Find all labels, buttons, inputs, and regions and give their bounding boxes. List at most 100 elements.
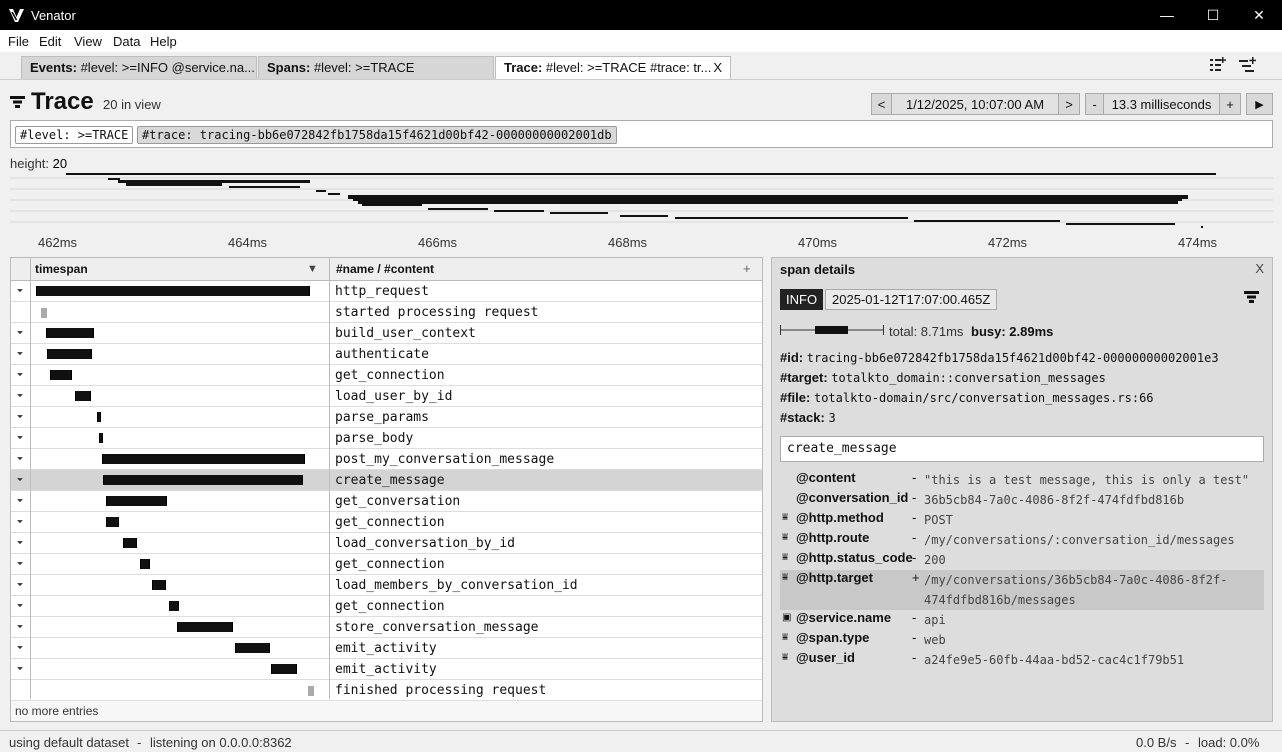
table-row[interactable]: ▼ post_my_conversation_message xyxy=(11,449,762,470)
close-button[interactable]: ✕ xyxy=(1236,0,1282,30)
expand-chevron-icon[interactable]: ▼ xyxy=(15,582,25,588)
maximize-button[interactable]: ☐ xyxy=(1190,0,1236,30)
span-bar[interactable] xyxy=(102,475,303,485)
expand-chevron-icon[interactable]: ▼ xyxy=(15,498,25,504)
add-column-button[interactable]: + xyxy=(743,261,751,276)
attribute-separator[interactable]: - xyxy=(912,530,916,545)
span-name-field[interactable]: create_message xyxy=(780,436,1264,462)
attribute-separator[interactable]: - xyxy=(912,470,916,485)
add-trace-tab-icon[interactable] xyxy=(1238,56,1256,74)
attribute-separator[interactable]: - xyxy=(912,490,916,505)
table-row[interactable]: ▼ parse_body xyxy=(11,428,762,449)
event-marker[interactable] xyxy=(40,308,47,318)
span-bar[interactable] xyxy=(152,580,166,590)
minimize-button[interactable]: — xyxy=(1144,0,1190,30)
expand-chevron-icon[interactable]: ▼ xyxy=(15,645,25,651)
attribute-separator[interactable]: - xyxy=(912,510,916,525)
menu-help[interactable]: Help xyxy=(150,34,177,49)
span-bar[interactable] xyxy=(234,643,270,653)
attribute-row[interactable]: ⩸ @http.route -/my/conversations/:conversa… xyxy=(780,530,1264,550)
attribute-row[interactable]: ⩸ @http.method - POST xyxy=(780,510,1264,530)
duration-field[interactable]: 13.3 milliseconds xyxy=(1103,93,1220,115)
attribute-row[interactable]: ▣ @service.name - api xyxy=(780,610,1264,630)
attribute-row[interactable]: @conversation_id -36b5cb84-7a0c-4086-8f2f… xyxy=(780,490,1264,510)
attribute-row[interactable]: @content - "this is a test message, this i… xyxy=(780,470,1264,490)
expand-chevron-icon[interactable]: ▼ xyxy=(15,288,25,294)
attribute-separator[interactable]: + xyxy=(912,570,920,585)
span-bar[interactable] xyxy=(168,601,180,611)
column-divider[interactable] xyxy=(329,258,330,699)
expand-chevron-icon[interactable]: ▼ xyxy=(15,435,25,441)
table-row[interactable]: started processing request xyxy=(11,302,762,323)
content-column-header[interactable]: #name / #content xyxy=(336,262,434,276)
filter-input[interactable]: #level: >=TRACE #trace: tracing-bb6e0728… xyxy=(10,120,1273,148)
table-row[interactable]: ▼ build_user_context xyxy=(11,323,762,344)
tab-close-icon[interactable]: X xyxy=(713,60,722,75)
menu-data[interactable]: Data xyxy=(113,34,140,49)
expand-chevron-icon[interactable]: ▼ xyxy=(15,666,25,672)
expand-chevron-icon[interactable]: ▼ xyxy=(15,561,25,567)
table-row[interactable]: ▼ load_conversation_by_id xyxy=(11,533,762,554)
attribute-row[interactable]: ⩸ @http.status_code -200 xyxy=(780,550,1264,570)
attribute-row[interactable]: ⩸ @user_id - a24fe9e5-60fb-44aa-bd52-cac4c1… xyxy=(780,650,1264,670)
table-row[interactable]: ▼ authenticate xyxy=(11,344,762,365)
span-bar[interactable] xyxy=(47,349,93,359)
span-bar[interactable] xyxy=(105,496,167,506)
zoom-in-button[interactable]: + xyxy=(1219,93,1241,115)
table-row[interactable]: ▼ create_message xyxy=(11,470,762,491)
span-bar[interactable] xyxy=(105,517,120,527)
expand-chevron-icon[interactable]: ▼ xyxy=(15,624,25,630)
table-row[interactable]: ▼ get_connection xyxy=(11,554,762,575)
table-row[interactable]: ▼ get_connection xyxy=(11,365,762,386)
zoom-out-button[interactable]: - xyxy=(1085,93,1104,115)
span-bar[interactable] xyxy=(270,664,297,674)
table-row[interactable]: ▼ load_members_by_conversation_id xyxy=(11,575,762,596)
attribute-separator[interactable]: - xyxy=(912,630,916,645)
timespan-column-header[interactable]: timespan xyxy=(35,262,88,276)
span-bar[interactable] xyxy=(74,391,92,401)
menu-view[interactable]: View xyxy=(74,34,102,49)
span-bar[interactable] xyxy=(176,622,233,632)
attribute-row[interactable]: ⩸ @http.target + /my/conversations/36b5cb84… xyxy=(780,570,1264,610)
play-button[interactable]: ▶ xyxy=(1246,93,1273,115)
span-bar[interactable] xyxy=(50,370,72,380)
span-bar[interactable] xyxy=(101,454,305,464)
menu-edit[interactable]: Edit xyxy=(39,34,61,49)
add-tab-icon[interactable] xyxy=(1208,56,1226,74)
timestamp-badge[interactable]: 2025-01-12T17:07:00.465Z xyxy=(825,289,998,310)
expand-chevron-icon[interactable]: ▼ xyxy=(15,477,25,483)
table-row[interactable]: ▼ parse_params xyxy=(11,407,762,428)
table-row[interactable]: ▼ get_conversation xyxy=(11,491,762,512)
expand-chevron-icon[interactable]: ▼ xyxy=(15,393,25,399)
timeline-overview[interactable] xyxy=(10,170,1273,232)
expand-chevron-icon[interactable]: ▼ xyxy=(15,414,25,420)
attribute-separator[interactable]: - xyxy=(912,550,916,565)
tab-spans[interactable]: Spans: #level: >=TRACE xyxy=(258,56,494,79)
table-row[interactable]: ▼ load_user_by_id xyxy=(11,386,762,407)
attribute-separator[interactable]: - xyxy=(912,650,916,665)
span-bar[interactable] xyxy=(98,433,103,443)
expand-chevron-icon[interactable]: ▼ xyxy=(15,351,25,357)
expand-chevron-icon[interactable]: ▼ xyxy=(15,540,25,546)
table-row[interactable]: ▼ get_connection xyxy=(11,512,762,533)
next-time-button[interactable]: > xyxy=(1058,93,1080,115)
filter-chip-level[interactable]: #level: >=TRACE xyxy=(15,126,134,144)
span-bar[interactable] xyxy=(35,286,311,296)
table-row[interactable]: ▼ emit_activity xyxy=(11,659,762,680)
span-bar[interactable] xyxy=(96,412,101,422)
span-bar[interactable] xyxy=(45,328,95,338)
attribute-separator[interactable]: - xyxy=(912,610,916,625)
expand-chevron-icon[interactable]: ▼ xyxy=(15,330,25,336)
datetime-field[interactable]: 1/12/2025, 10:07:00 AM xyxy=(891,93,1059,115)
expand-chevron-icon[interactable]: ▼ xyxy=(15,456,25,462)
details-close-icon[interactable]: X xyxy=(1255,261,1264,276)
sort-icon[interactable]: ▼ xyxy=(307,263,318,275)
attribute-row[interactable]: ⩸ @span.type - web xyxy=(780,630,1264,650)
tab-trace[interactable]: Trace: #level: >=TRACE #trace: tr... X xyxy=(495,56,731,79)
trace-view-icon[interactable] xyxy=(1244,291,1259,303)
tab-events[interactable]: Events: #level: >=INFO @service.na... xyxy=(21,56,257,79)
filter-chip-trace[interactable]: #trace: tracing-bb6e072842fb1758da15f462… xyxy=(137,126,617,144)
expand-chevron-icon[interactable]: ▼ xyxy=(15,372,25,378)
span-bar[interactable] xyxy=(139,559,151,569)
table-row[interactable]: ▼ emit_activity xyxy=(11,638,762,659)
